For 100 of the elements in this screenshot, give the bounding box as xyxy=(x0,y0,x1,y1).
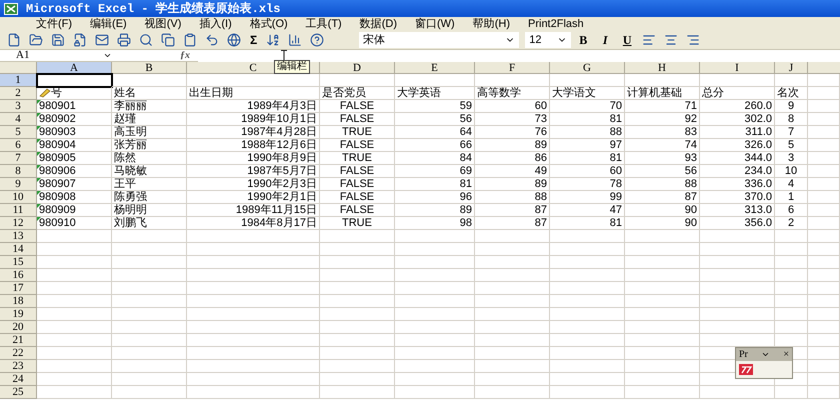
column-header[interactable]: G xyxy=(550,62,625,74)
row-header[interactable]: 1 xyxy=(0,74,37,87)
table-cell: 56 xyxy=(395,113,475,126)
row-header[interactable]: 16 xyxy=(0,269,37,282)
table-cell: 6 xyxy=(775,204,808,217)
row-header[interactable]: 24 xyxy=(0,373,37,386)
cell-reference: A1 xyxy=(16,48,30,64)
dropdown-icon[interactable] xyxy=(761,350,770,359)
table-cell: 83 xyxy=(625,126,700,139)
menu-item[interactable]: 编辑(E) xyxy=(90,16,127,32)
menu-item[interactable]: Print2Flash xyxy=(528,16,584,32)
menu-item[interactable]: 文件(F) xyxy=(36,16,72,32)
row-header[interactable]: 17 xyxy=(0,282,37,295)
table-cell xyxy=(808,87,840,100)
row-header[interactable]: 18 xyxy=(0,295,37,308)
row-header[interactable]: 3 xyxy=(0,100,37,113)
name-box[interactable]: A1 xyxy=(0,50,120,62)
table-cell: 名次 xyxy=(775,87,808,100)
table-cell: 97 xyxy=(550,139,625,152)
flash-icon[interactable] xyxy=(739,364,753,375)
table-cell: 5 xyxy=(775,139,808,152)
table-cell xyxy=(808,178,840,191)
table-cell: 90 xyxy=(625,204,700,217)
menu-item[interactable]: 工具(T) xyxy=(306,16,342,32)
font-field[interactable]: 宋体 xyxy=(359,32,520,48)
table-cell xyxy=(808,386,840,399)
row-header[interactable]: 10 xyxy=(0,191,37,204)
table-cell: 302.0 xyxy=(700,113,775,126)
row-header[interactable]: 21 xyxy=(0,334,37,347)
table-cell: 88 xyxy=(550,126,625,139)
column-header[interactable]: B xyxy=(112,62,187,74)
cell-text: 980908 xyxy=(39,191,76,203)
row-header[interactable]: 25 xyxy=(0,386,37,399)
table-cell: 60 xyxy=(475,100,550,113)
menu-item[interactable]: 窗口(W) xyxy=(415,16,455,32)
row-header[interactable]: 12 xyxy=(0,217,37,230)
table-cell: 是否党员 xyxy=(320,87,395,100)
row-header[interactable]: 14 xyxy=(0,243,37,256)
table-cell xyxy=(775,282,808,295)
table-cell: 234.0 xyxy=(700,165,775,178)
table-cell: 9 xyxy=(775,100,808,113)
format-button[interactable]: B xyxy=(573,31,594,49)
table-cell: 总分 xyxy=(700,87,775,100)
sum-button[interactable]: Σ xyxy=(246,31,262,49)
row-header[interactable]: 2 xyxy=(0,87,37,100)
row-header[interactable]: 9 xyxy=(0,178,37,191)
dropdown-icon[interactable] xyxy=(103,51,112,60)
table-cell xyxy=(808,295,840,308)
row-header[interactable]: 4 xyxy=(0,113,37,126)
function-icon[interactable]: ƒx xyxy=(180,48,190,63)
table-cell xyxy=(808,256,840,269)
row-header[interactable]: 11 xyxy=(0,204,37,217)
column-header[interactable]: F xyxy=(475,62,550,74)
table-cell xyxy=(808,282,840,295)
menu-item[interactable]: 插入(I) xyxy=(199,16,232,32)
active-cell[interactable] xyxy=(37,74,112,87)
table-cell: 70 xyxy=(550,100,625,113)
column-header[interactable]: I xyxy=(700,62,775,74)
row-header[interactable]: 20 xyxy=(0,321,37,334)
close-button[interactable]: × xyxy=(783,347,789,362)
table-cell: FALSE xyxy=(320,191,395,204)
row-header[interactable]: 8 xyxy=(0,165,37,178)
table-cell: 赵瑾 xyxy=(112,113,187,126)
menu-item[interactable]: 数据(D) xyxy=(360,16,397,32)
menu-item[interactable]: 帮助(H) xyxy=(472,16,510,32)
table-cell: 计算机基础 xyxy=(625,87,700,100)
cell-text: 980906 xyxy=(39,165,76,177)
row-header[interactable]: 7 xyxy=(0,152,37,165)
menu-item[interactable]: 视图(V) xyxy=(144,16,182,32)
row-header[interactable]: 15 xyxy=(0,256,37,269)
row-header[interactable]: 13 xyxy=(0,230,37,243)
column-header[interactable]: E xyxy=(395,62,475,74)
table-cell: 大学语文 xyxy=(550,87,625,100)
cell-text: 980904 xyxy=(39,139,76,151)
column-header[interactable]: J xyxy=(775,62,808,74)
table-cell: 1 xyxy=(775,191,808,204)
row-header[interactable]: 22 xyxy=(0,347,37,360)
table-cell: 47 xyxy=(550,204,625,217)
table-cell: 2 xyxy=(775,217,808,230)
table-cell xyxy=(808,308,840,321)
table-cell xyxy=(808,243,840,256)
table-cell: 313.0 xyxy=(700,204,775,217)
column-header[interactable]: H xyxy=(625,62,700,74)
format-button[interactable]: U xyxy=(617,31,638,49)
row-header[interactable]: 6 xyxy=(0,139,37,152)
table-cell: 311.0 xyxy=(700,126,775,139)
column-header[interactable]: A xyxy=(37,62,112,74)
table-cell: 高等数学 xyxy=(475,87,550,100)
column-header[interactable]: D xyxy=(320,62,395,74)
tooltip: 编辑栏 xyxy=(274,60,310,74)
menu-item[interactable]: 格式(O) xyxy=(250,16,288,32)
table-cell: 326.0 xyxy=(700,139,775,152)
row-header[interactable]: 5 xyxy=(0,126,37,139)
table-cell xyxy=(808,269,840,282)
font-size-field[interactable]: 12 xyxy=(525,32,572,48)
row-header[interactable]: 23 xyxy=(0,360,37,373)
corner-cell[interactable] xyxy=(0,62,37,74)
row-header[interactable]: 19 xyxy=(0,308,37,321)
format-button[interactable]: I xyxy=(595,31,616,49)
table-cell xyxy=(808,191,840,204)
